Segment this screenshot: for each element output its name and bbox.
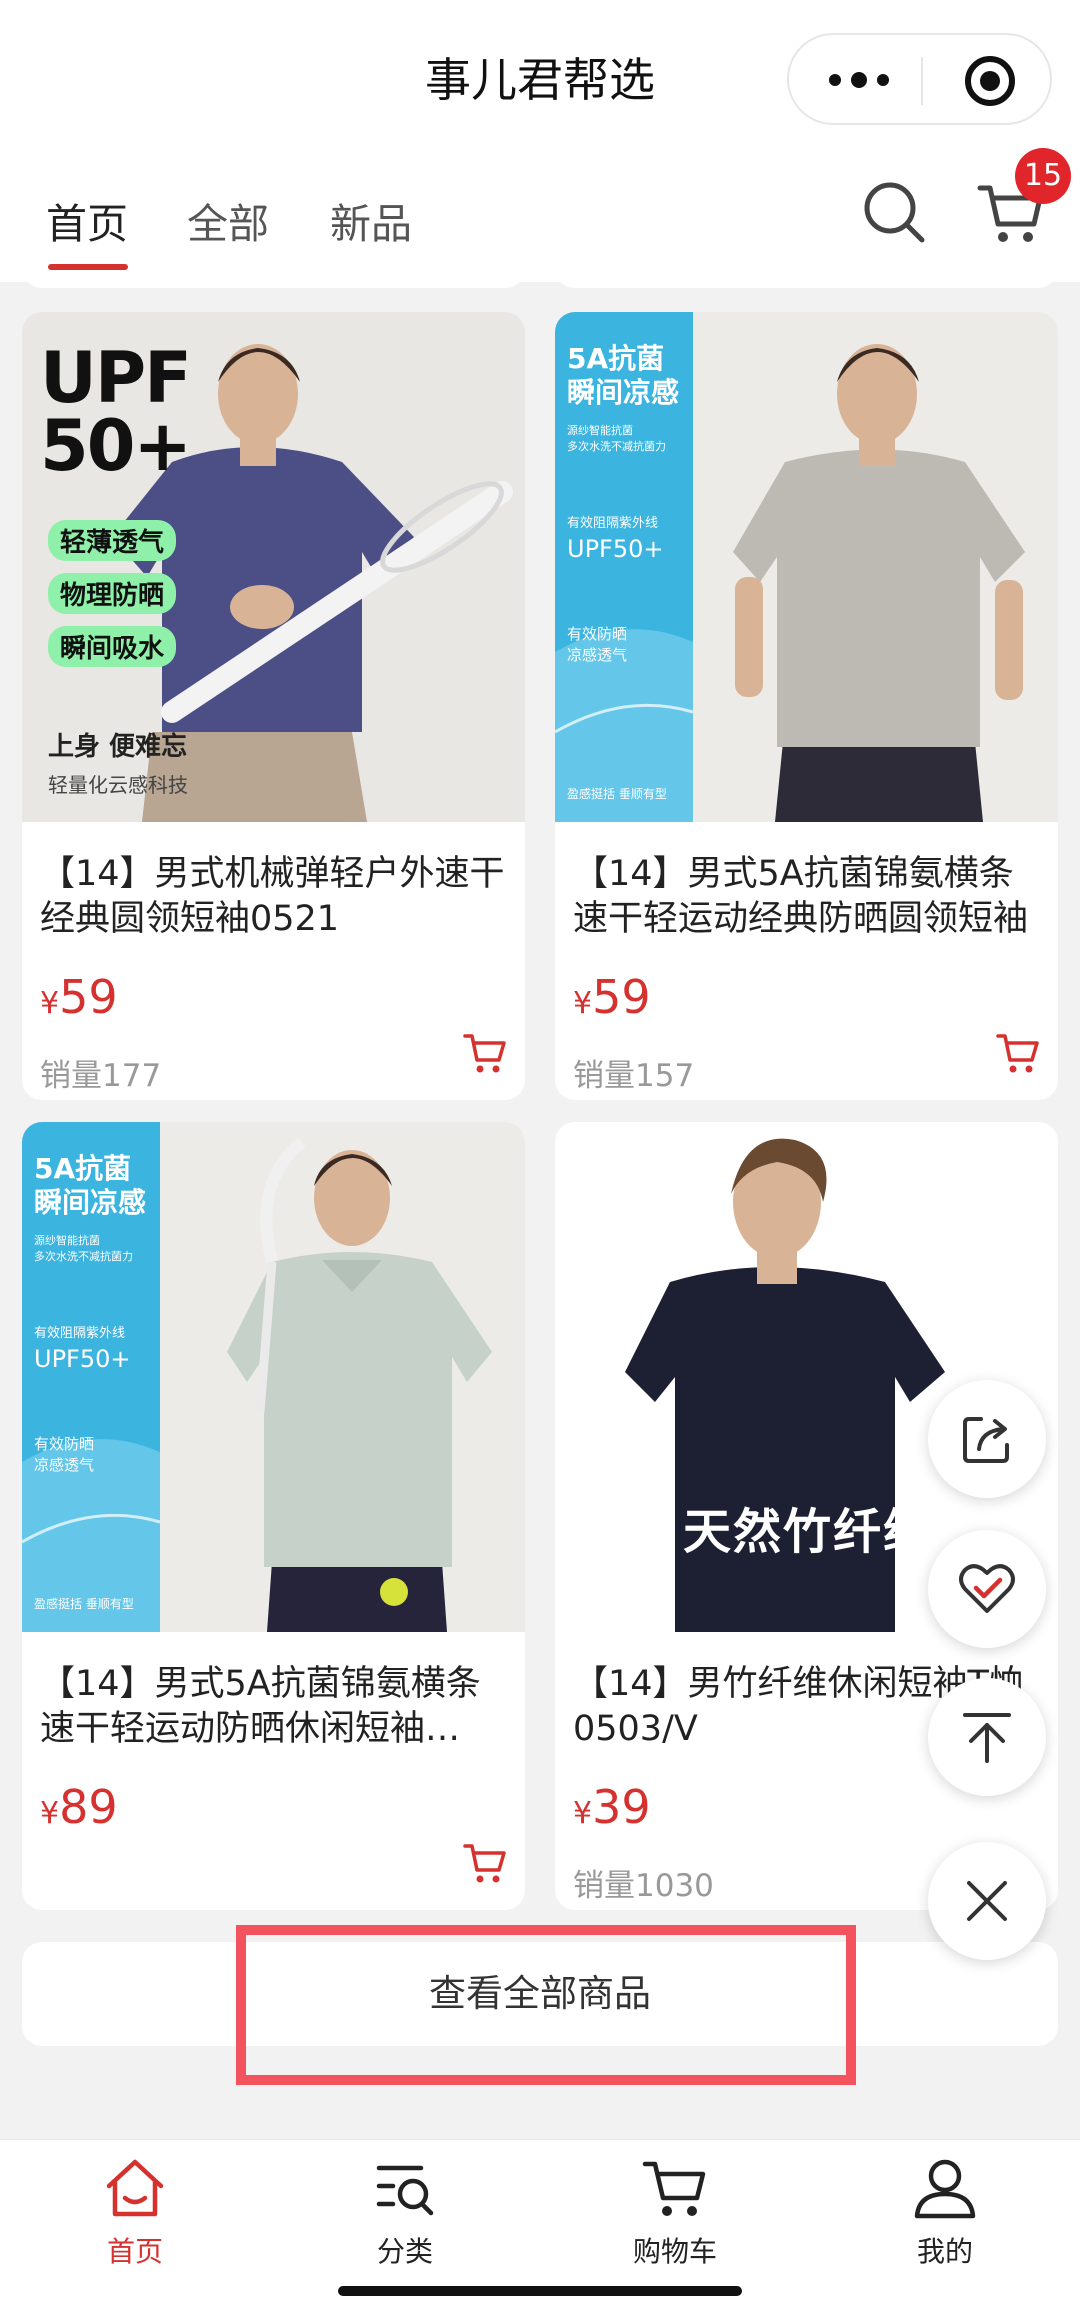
tab-all[interactable]: 全部 xyxy=(187,190,269,250)
share-icon xyxy=(963,1417,1009,1463)
product-price: ¥59 xyxy=(573,970,651,1024)
cart-icon xyxy=(642,2161,706,2216)
image-side-panel: 5A抗菌 瞬间凉感 源纱智能抗菌 多次水洗不减抗菌力 有效阻隔紫外线 UPF50… xyxy=(567,342,680,801)
product-sales: 销量157 xyxy=(573,1058,695,1094)
tab-active-indicator xyxy=(48,264,128,270)
top-header: 事儿君帮选 首页 全部 新品 15 xyxy=(0,0,1080,282)
category-search-icon xyxy=(376,2165,434,2216)
image-headline: UPF 50+ xyxy=(40,337,192,487)
nav-label: 购物车 xyxy=(632,2235,717,2268)
mini-program-capsule xyxy=(787,33,1052,125)
image-side-panel: 5A抗菌 瞬间凉感 源纱智能抗菌 多次水洗不减抗菌力 有效阻隔紫外线 UPF50… xyxy=(34,1152,147,1611)
user-icon xyxy=(914,2159,976,2219)
add-to-cart-icon[interactable] xyxy=(462,1030,508,1076)
favorite-button[interactable] xyxy=(928,1530,1046,1648)
share-button[interactable] xyxy=(928,1380,1046,1498)
product-price: ¥89 xyxy=(40,1780,118,1834)
home-indicator xyxy=(338,2286,742,2296)
product-name[interactable]: 【14】男式5A抗菌锦氨横条速干轻运动经典防晒圆领短袖 xyxy=(573,852,1043,942)
nav-label: 我的 xyxy=(916,2235,973,2268)
product-sales: 销量177 xyxy=(40,1058,162,1094)
product-card[interactable]: 5A抗菌 瞬间凉感 源纱智能抗菌 多次水洗不减抗菌力 有效阻隔紫外线 UPF50… xyxy=(22,1122,525,1910)
product-image[interactable]: 5A抗菌 瞬间凉感 源纱智能抗菌 多次水洗不减抗菌力 有效阻隔紫外线 UPF50… xyxy=(555,312,1058,822)
nav-item-cart[interactable]: 购物车 xyxy=(575,2154,775,2270)
image-overlay-text: 天然竹纤维 xyxy=(683,1504,934,1560)
product-image[interactable]: UPF 50+ 轻薄透气 物理防晒 瞬间吸水 上身 便难忘 轻量化云感科技 xyxy=(22,312,525,822)
back-to-top-button[interactable] xyxy=(928,1678,1046,1796)
image-tagline: 上身 便难忘 轻量化云感科技 xyxy=(48,732,188,797)
tab-home[interactable]: 首页 xyxy=(46,190,128,250)
more-menu-icon[interactable] xyxy=(829,65,889,95)
home-icon xyxy=(106,2159,164,2217)
capsule-divider xyxy=(921,57,923,105)
close-floating-button[interactable] xyxy=(928,1842,1046,1960)
nav-label: 分类 xyxy=(376,2235,433,2268)
product-card[interactable]: UPF 50+ 轻薄透气 物理防晒 瞬间吸水 上身 便难忘 轻量化云感科技 【1… xyxy=(22,312,525,1100)
product-card[interactable]: 5A抗菌 瞬间凉感 源纱智能抗菌 多次水洗不减抗菌力 有效阻隔紫外线 UPF50… xyxy=(555,312,1058,1100)
add-to-cart-icon[interactable] xyxy=(995,1030,1041,1076)
nav-label: 首页 xyxy=(106,2235,163,2268)
close-miniprogram-icon[interactable] xyxy=(965,56,1015,106)
product-image[interactable]: 5A抗菌 瞬间凉感 源纱智能抗菌 多次水洗不减抗菌力 有效阻隔紫外线 UPF50… xyxy=(22,1122,525,1632)
product-sales: 销量1030 xyxy=(573,1868,714,1904)
product-name[interactable]: 【14】男式5A抗菌锦氨横条速干轻运动防晒休闲短袖POLO xyxy=(40,1662,510,1752)
nav-item-category[interactable]: 分类 xyxy=(305,2154,505,2270)
add-to-cart-icon[interactable] xyxy=(462,1840,508,1886)
product-price: ¥39 xyxy=(573,1780,651,1834)
tab-new[interactable]: 新品 xyxy=(330,190,412,250)
favorite-heart-icon xyxy=(959,1564,1015,1613)
close-icon xyxy=(967,1881,1007,1921)
image-feature-tags: 轻薄透气 物理防晒 瞬间吸水 xyxy=(48,520,177,667)
highlight-annotation-box xyxy=(236,1925,856,2085)
nav-item-me[interactable]: 我的 xyxy=(845,2154,1045,2270)
cart-count-badge: 15 xyxy=(1015,148,1071,204)
back-to-top-icon xyxy=(963,1713,1011,1763)
product-name[interactable]: 【14】男式机械弹轻户外速干经典圆领短袖0521 xyxy=(40,852,510,942)
product-price: ¥59 xyxy=(40,970,118,1024)
search-icon[interactable] xyxy=(862,180,926,244)
nav-item-home[interactable]: 首页 xyxy=(35,2154,235,2270)
